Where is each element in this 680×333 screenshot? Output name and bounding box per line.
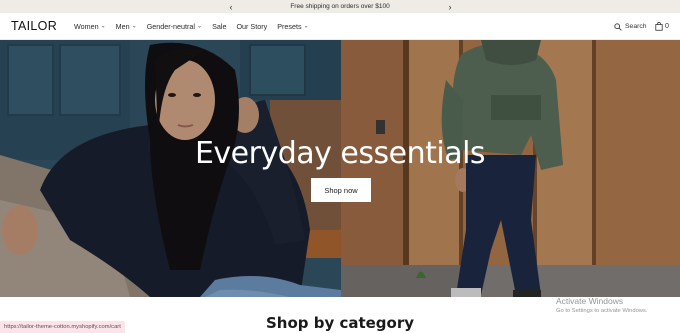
chevron-down-icon: ⌄ xyxy=(131,23,137,30)
activate-windows-watermark: Activate Windows Go to Settings to activ… xyxy=(556,296,648,314)
cart-count: 0 xyxy=(665,23,669,30)
nav-label: Women xyxy=(74,22,99,31)
nav-label: Gender-neutral xyxy=(146,22,196,31)
nav-item-sale[interactable]: Sale xyxy=(212,22,226,31)
site-header: TAILOR Women ⌄ Men ⌄ Gender-neutral ⌄ Sa… xyxy=(0,13,680,40)
watermark-line-1: Activate Windows xyxy=(556,296,624,306)
nav-item-men[interactable]: Men ⌄ xyxy=(116,22,137,31)
shop-now-button[interactable]: Shop now xyxy=(311,178,371,202)
main-nav: Women ⌄ Men ⌄ Gender-neutral ⌄ Sale Our … xyxy=(74,13,319,40)
search-button[interactable]: Search xyxy=(614,13,647,40)
announcement-bar: ‹ Free shipping on orders over $100 › xyxy=(0,0,680,13)
cart-button[interactable]: 0 xyxy=(655,13,669,40)
chevron-right-icon[interactable]: › xyxy=(443,0,457,13)
nav-label: Our Story xyxy=(236,22,268,31)
chevron-left-icon[interactable]: ‹ xyxy=(224,0,238,13)
logo[interactable]: TAILOR xyxy=(11,19,57,33)
chevron-down-icon: ⌄ xyxy=(100,23,106,30)
nav-item-our-story[interactable]: Our Story xyxy=(236,22,267,31)
search-label: Search xyxy=(625,23,647,30)
nav-label: Presets xyxy=(277,22,302,31)
nav-label: Men xyxy=(115,22,130,31)
announcement-text: Free shipping on orders over $100 xyxy=(290,3,390,10)
nav-item-women[interactable]: Women ⌄ xyxy=(74,22,106,31)
chevron-down-icon: ⌄ xyxy=(303,23,309,30)
chevron-down-icon: ⌄ xyxy=(197,23,203,30)
nav-item-presets[interactable]: Presets ⌄ xyxy=(277,22,308,31)
shopping-bag-icon xyxy=(655,22,663,31)
search-icon xyxy=(614,22,622,31)
hero-banner: Everyday essentials Shop now xyxy=(0,40,680,297)
hero-title: Everyday essentials xyxy=(194,136,486,171)
nav-label: Sale xyxy=(212,22,227,31)
nav-item-gender-neutral[interactable]: Gender-neutral ⌄ xyxy=(147,22,202,31)
status-bar-url: https://tailor-theme-cotton.myshopify.co… xyxy=(0,321,125,333)
